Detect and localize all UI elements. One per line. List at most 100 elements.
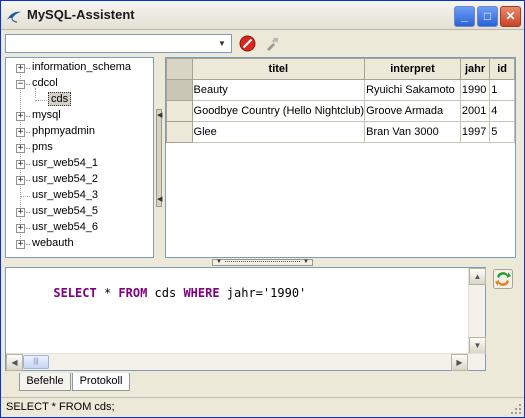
tree-branch <box>20 196 30 197</box>
tree-item-pms[interactable]: + pms <box>6 140 153 156</box>
minimize-button[interactable]: _ <box>454 6 475 27</box>
tree-branch <box>26 132 30 133</box>
execute-icon[interactable] <box>493 269 513 289</box>
tree-branch <box>35 100 47 101</box>
expand-icon[interactable]: + <box>16 144 25 153</box>
column-header-titel[interactable]: titel <box>191 58 366 80</box>
sql-text-fragment: * <box>96 286 119 300</box>
expand-icon[interactable]: + <box>16 112 25 121</box>
stop-icon[interactable] <box>239 35 256 52</box>
expand-icon[interactable]: + <box>16 176 25 185</box>
tree-branch <box>26 228 30 229</box>
tree-branch <box>26 84 30 85</box>
column-header-id[interactable]: id <box>489 58 515 80</box>
expand-icon[interactable]: + <box>16 160 25 169</box>
tree-label-selected: cds <box>48 92 72 106</box>
sql-keyword: SELECT <box>53 286 97 300</box>
arrow-down-icon[interactable]: ▼ <box>303 259 309 266</box>
tree-branch <box>26 244 30 245</box>
arrow-down-icon[interactable]: ▼ <box>216 259 222 266</box>
sql-editor[interactable]: SELECT * FROM cds WHERE jahr='1990' ▲ ▼ … <box>5 267 486 371</box>
tree-item-cds[interactable]: cds <box>6 92 153 108</box>
expand-icon[interactable]: + <box>16 224 25 233</box>
expand-icon[interactable]: + <box>16 128 25 137</box>
table-row[interactable]: Glee Bran Van 3000 1997 5 <box>166 121 515 143</box>
tree-branch <box>26 116 30 117</box>
expand-icon[interactable]: + <box>16 240 25 249</box>
tree-label: usr_web54_2 <box>32 173 99 185</box>
toolbar: ▼ <box>1 30 524 57</box>
cell-interpret[interactable]: Ryuichi Sakamoto <box>364 79 461 101</box>
scroll-left-button[interactable]: ◀ <box>6 354 23 371</box>
table-row[interactable]: Beauty Ryuichi Sakamoto 1990 1 <box>166 79 515 101</box>
tree-branch <box>26 180 30 181</box>
splitter-grip <box>225 261 300 262</box>
collapse-icon[interactable]: − <box>16 80 25 89</box>
result-grid[interactable]: titel interpret jahr id Beauty Ryuichi S… <box>165 57 516 258</box>
scroll-up-button[interactable]: ▲ <box>469 268 486 285</box>
cell-interpret[interactable]: Groove Armada <box>364 100 461 122</box>
horizontal-scrollbar[interactable]: ◀ ||| ▶ <box>6 353 485 371</box>
cell-titel[interactable]: Goodbye Country (Hello Nightclub) <box>191 100 366 122</box>
resize-grip-icon[interactable] <box>510 403 522 415</box>
tree-item-usr-web54-2[interactable]: + usr_web54_2 <box>6 172 153 188</box>
sql-text-fragment: cds <box>147 286 184 300</box>
horizontal-splitter[interactable]: ▼ ▼ <box>212 259 313 266</box>
cell-interpret[interactable]: Bran Van 3000 <box>364 121 461 143</box>
cell-titel[interactable]: Glee <box>191 121 366 143</box>
sql-string: '1990' <box>262 286 307 300</box>
tree-item-usr-web54-6[interactable]: + usr_web54_6 <box>6 220 153 236</box>
row-selector[interactable] <box>166 100 193 122</box>
sql-keyword: FROM <box>118 286 148 300</box>
close-button[interactable]: ✕ <box>500 6 521 27</box>
database-select[interactable]: ▼ <box>5 34 232 53</box>
tree-item-cdcol[interactable]: − cdcol <box>6 76 153 92</box>
tree-item-usr-web54-5[interactable]: + usr_web54_5 <box>6 204 153 220</box>
chevron-down-icon[interactable]: ▼ <box>216 36 228 51</box>
arrow-left-icon[interactable]: ◀ <box>157 112 162 119</box>
expand-icon[interactable]: + <box>16 64 25 73</box>
vertical-scrollbar[interactable]: ▲ ▼ <box>468 268 486 354</box>
row-selector[interactable] <box>166 79 193 101</box>
row-selector[interactable] <box>166 121 193 143</box>
scroll-right-button[interactable]: ▶ <box>451 354 468 371</box>
title-bar[interactable]: MySQL-Assistent _ □ ✕ <box>1 1 524 30</box>
tree-label: webauth <box>32 237 74 249</box>
cell-jahr[interactable]: 2001 <box>459 100 491 122</box>
tab-befehle[interactable]: Befehle <box>19 373 71 391</box>
maximize-button[interactable]: □ <box>477 6 498 27</box>
tree-item-information-schema[interactable]: + information_schema <box>6 60 153 76</box>
table-row[interactable]: Goodbye Country (Hello Nightclub) Groove… <box>166 100 515 122</box>
tree-item-webauth[interactable]: + webauth <box>6 236 153 252</box>
vertical-splitter[interactable]: ◀ ◀ <box>156 109 162 207</box>
window-title: MySQL-Assistent <box>27 7 135 22</box>
cell-jahr[interactable]: 1997 <box>459 121 491 143</box>
tree-item-phpmyadmin[interactable]: + phpmyadmin <box>6 124 153 140</box>
dolphin-icon <box>7 11 21 23</box>
scroll-down-button[interactable]: ▼ <box>469 337 486 354</box>
column-header-interpret[interactable]: interpret <box>364 58 461 80</box>
tree-label: usr_web54_1 <box>32 157 99 169</box>
tree-branch <box>26 212 30 213</box>
tree-item-usr-web54-1[interactable]: + usr_web54_1 <box>6 156 153 172</box>
scroll-thumb[interactable]: ||| <box>23 355 49 369</box>
cell-id[interactable]: 5 <box>489 121 515 143</box>
tree-item-mysql[interactable]: + mysql <box>6 108 153 124</box>
tab-protokoll[interactable]: Protokoll <box>72 373 130 391</box>
tree-label: information_schema <box>32 61 132 73</box>
sql-keyword: WHERE <box>183 286 220 300</box>
cell-id[interactable]: 4 <box>489 100 515 122</box>
cell-id[interactable]: 1 <box>489 79 515 101</box>
sql-text[interactable]: SELECT * FROM cds WHERE jahr='1990' <box>10 272 306 314</box>
tree-item-usr-web54-3[interactable]: usr_web54_3 <box>6 188 153 204</box>
column-header-jahr[interactable]: jahr <box>459 58 491 80</box>
arrow-left-icon[interactable]: ◀ <box>157 196 162 203</box>
table-header-row: titel interpret jahr id <box>166 58 515 80</box>
table-corner[interactable] <box>166 58 193 80</box>
status-bar: SELECT * FROM cds; <box>1 397 524 417</box>
tools-icon[interactable] <box>264 35 281 52</box>
expand-icon[interactable]: + <box>16 208 25 217</box>
cell-jahr[interactable]: 1990 <box>459 79 491 101</box>
cell-titel[interactable]: Beauty <box>191 79 366 101</box>
database-tree[interactable]: + information_schema − cdcol cds + mysql… <box>5 57 154 258</box>
